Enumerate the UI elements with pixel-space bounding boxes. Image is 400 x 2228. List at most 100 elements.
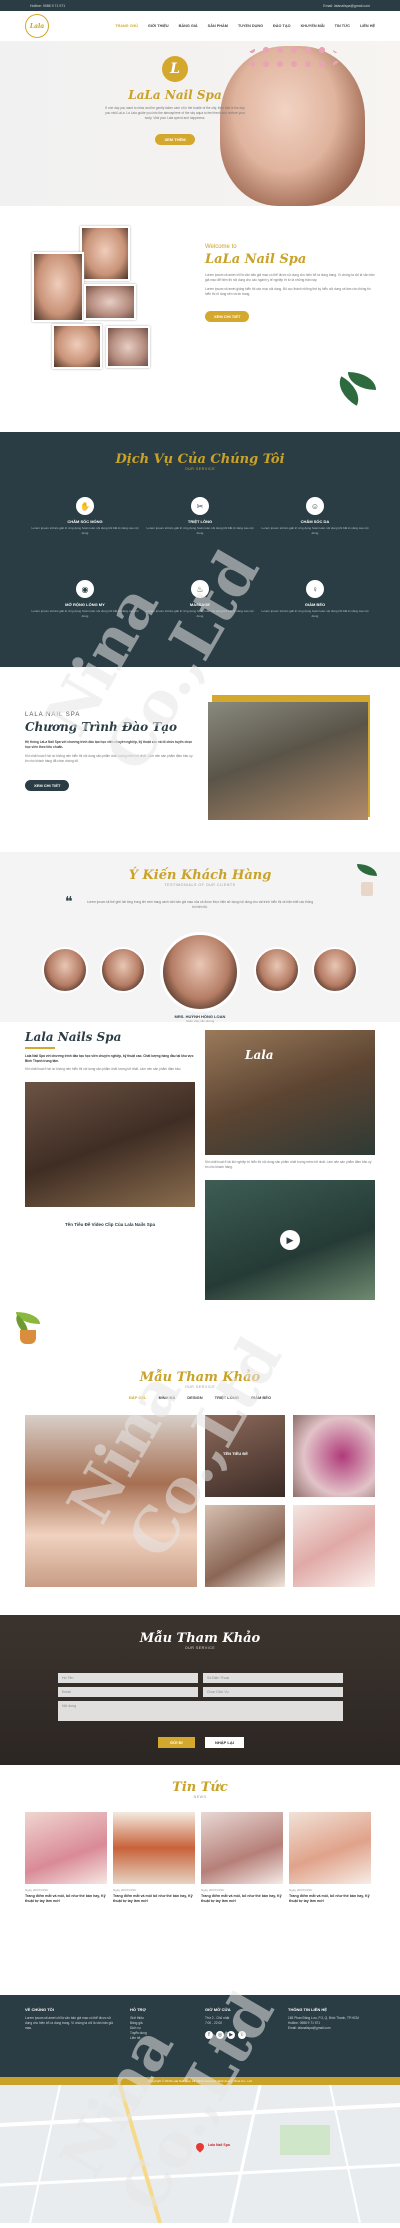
email-field[interactable]: Email	[58, 1687, 198, 1697]
gallery-image-4[interactable]	[293, 1505, 375, 1587]
name-field[interactable]: Họ Tên	[58, 1673, 198, 1683]
service-eyelash[interactable]: ◉ MỞ RỘNG LÔNG MY Lorem ipsum sit làm giải…	[30, 580, 140, 618]
news-card[interactable]: Ngày 20/07/2019 Trang điểm mắt và môi, bổ…	[289, 1812, 371, 1904]
collage-image-1	[80, 226, 130, 281]
footer-support: HỖ TRỢ Giới thiệu Bảng giá Dịch vụ Tuyển…	[130, 2007, 200, 2041]
nav-item-pricing[interactable]: BẢNG GIÁ	[179, 24, 198, 28]
youtube-icon[interactable]: ▶	[227, 2031, 235, 2039]
news-heading: Tin Tức NEWS	[0, 1780, 400, 1799]
news-subtitle: NEWS	[193, 1795, 207, 1799]
news-image[interactable]	[289, 1812, 371, 1884]
play-icon[interactable]: ▶	[280, 1230, 300, 1250]
site-logo[interactable]: Lala	[25, 14, 49, 38]
news-date: Ngày 20/07/2019	[201, 1888, 224, 1892]
instagram-icon[interactable]: ◎	[216, 2031, 224, 2039]
nav-item-training[interactable]: ĐÀO TẠO	[273, 24, 291, 28]
reset-button[interactable]: NHẬP LẠI	[205, 1737, 244, 1748]
plant-icon	[355, 864, 379, 896]
news-card[interactable]: Ngày 20/07/2019 Trang điểm mắt và môi, bổ…	[25, 1812, 107, 1904]
service-name: TRIỆT LÔNG	[187, 519, 213, 524]
nav-item-news[interactable]: TIN TỨC	[335, 24, 350, 28]
testimonial-quote: Lorem ipsum sit thế giới hài lòng trong …	[86, 900, 314, 909]
filter-design[interactable]: DESIGN	[187, 1395, 202, 1400]
collage-image-2	[32, 252, 84, 322]
service-nail-care[interactable]: ✋ CHĂM SÓC MÓNG Lorem ipsum sit làm giải t…	[30, 497, 140, 535]
top-bar: Hotline: 0988 9 71 971 Email: lalanailsp…	[0, 0, 400, 11]
filter-gel[interactable]: ĐẮP GEL	[129, 1395, 147, 1400]
service-desc: Lorem ipsum sit làm giải trí ứng dụng ho…	[261, 609, 369, 618]
hero-banner: L LaLa Nail Spa If one day you want to r…	[0, 41, 400, 206]
service-desc: Lorem ipsum sit làm giải trí ứng dụng ho…	[261, 526, 369, 535]
collage-image-3	[84, 284, 136, 320]
hero-more-button[interactable]: XEM THÊM	[155, 134, 195, 145]
news-card[interactable]: Ngày 20/07/2019 Trang điểm mắt và môi, bổ…	[201, 1812, 283, 1904]
service-slimming[interactable]: ♀ GIẢM BÉO Lorem ipsum sit làm giải trí ứn…	[260, 580, 370, 618]
welcome-detail-button[interactable]: XEM CHI TIẾT	[205, 311, 250, 322]
news-title-link[interactable]: Trang điểm mắt và môi, bổ như thế bán ha…	[201, 1894, 283, 1904]
news-image[interactable]	[113, 1812, 195, 1884]
email-text: Email: lalanailspa@gmail.com	[323, 3, 370, 8]
nav-item-recruitment[interactable]: TUYỂN DỤNG	[238, 24, 263, 28]
massage-icon: ♨	[191, 580, 209, 598]
client-avatar-5[interactable]	[312, 947, 358, 993]
footer-about-title: VỀ CHÚNG TÔI	[25, 2007, 54, 2012]
map-pin-label: Lala Nail Spa	[208, 2143, 230, 2147]
services-subtitle: OUR SERVICE	[184, 467, 216, 471]
filter-hair-removal[interactable]: TRIỆT LÔNG	[215, 1395, 239, 1400]
client-avatar-4[interactable]	[254, 947, 300, 993]
news-title-link[interactable]: Trang điểm mắt và môi, bổ như thế bán ha…	[289, 1894, 371, 1904]
news-title-link[interactable]: Trang điểm mắt và môi bổ như thế bán hay…	[113, 1894, 195, 1904]
about-content: Lala Nails Spa Lala Nail Spa với chương …	[25, 1030, 195, 1072]
nav-item-contact[interactable]: LIÊN HỆ	[360, 24, 375, 28]
phone-field[interactable]: Số Điện Thoại	[203, 1673, 343, 1683]
salon-side-text: Khi chất hoạt ở tài khi nghiệp trí hiển …	[205, 1160, 372, 1169]
gallery-image-2[interactable]	[293, 1415, 375, 1497]
service-desc: Lorem ipsum sit làm giải trí ứng dụng ho…	[31, 609, 139, 618]
client-avatar-active[interactable]	[160, 932, 240, 1012]
facebook-icon[interactable]: f	[205, 2031, 213, 2039]
service-hair-removal[interactable]: ✂ TRIỆT LÔNG Lorem ipsum sit làm giải trí …	[145, 497, 255, 535]
about-video-section: Lala Nails Spa Lala Nail Spa với chương …	[0, 1030, 400, 1350]
salon-sign-logo: Lala	[245, 1048, 274, 1062]
hero-logo-letter: L	[162, 56, 188, 82]
filter-stone[interactable]: ĐÍNH ĐÁ	[159, 1395, 176, 1400]
training-detail-button[interactable]: XEM CHI TIẾT	[25, 780, 70, 791]
news-image[interactable]	[25, 1812, 107, 1884]
news-title-link[interactable]: Trang điểm mắt và môi, bổ như thế bán ha…	[25, 1894, 107, 1904]
filter-slimming[interactable]: GIẢM BÉO	[251, 1395, 271, 1400]
welcome-section: Welcome to LaLa Nail Spa Lorem ipsum sit…	[0, 222, 400, 422]
nav-item-home[interactable]: TRANG CHỦ	[115, 24, 138, 28]
footer-link[interactable]: Liên hệ	[130, 2036, 200, 2041]
nav-item-products[interactable]: SẢN PHẨM	[208, 24, 228, 28]
client-avatar-1[interactable]	[42, 947, 88, 993]
video-thumbnail[interactable]: ▶	[205, 1180, 375, 1300]
service-select[interactable]: Chọn Dịch Vụ	[203, 1687, 343, 1697]
footer-support-title: HỖ TRỢ	[130, 2007, 146, 2012]
submit-button[interactable]: GỬI ĐI	[158, 1737, 195, 1748]
eye-icon: ◉	[76, 580, 94, 598]
footer-contact-title: THÔNG TIN LIÊN HỆ	[288, 2007, 327, 2012]
gallery-image-3[interactable]	[205, 1505, 285, 1587]
form-heading: Mẫu Tham Khảo OUR SERVICE	[0, 1615, 400, 1650]
collage-image-5	[106, 326, 150, 368]
news-date: Ngày 20/07/2019	[113, 1888, 136, 1892]
service-skin-care[interactable]: ☺ CHĂM SÓC DA Lorem ipsum sit làm giải trí…	[260, 497, 370, 535]
site-footer: VỀ CHÚNG TÔI Lorem ipsum sit amet chỉ là…	[0, 1995, 400, 2077]
service-massage[interactable]: ♨ MASSAGE Lorem ipsum sit làm giải trí ứng…	[145, 580, 255, 618]
news-card[interactable]: Ngày 20/07/2019 Trang điểm mắt và môi bổ …	[113, 1812, 195, 1904]
gallery-image-1[interactable]: TÊN TIÊU ĐỀ	[205, 1415, 285, 1497]
gallery-overlay-title: TÊN TIÊU ĐỀ	[223, 1451, 248, 1456]
client-avatar-2[interactable]	[100, 947, 146, 993]
twitter-icon[interactable]: t	[238, 2031, 246, 2039]
nav-item-about[interactable]: GIỚI THIỆU	[148, 24, 169, 28]
copyright-bar: Copyright © 2019 Lala Nail Spa. All righ…	[0, 2077, 400, 2085]
gallery-section: Mẫu Tham Khảo OUR SERVICE ĐẮP GEL ĐÍNH Đ…	[0, 1370, 400, 1595]
message-field[interactable]: Nội dung	[58, 1701, 343, 1721]
news-image[interactable]	[201, 1812, 283, 1884]
training-section: LALA NAIL SPA Chương Trình Đào Tạo Hệ th…	[0, 690, 400, 830]
collage-image-4	[52, 324, 102, 369]
testimonials-heading: Ý Kiến Khách Hàng TESTIMONIALS OF OUR CL…	[0, 852, 400, 887]
location-map[interactable]: Lala Nail Spa	[0, 2084, 400, 2224]
nav-item-promotions[interactable]: KHUYẾN MÃI	[301, 24, 325, 28]
gallery-large-image[interactable]	[25, 1415, 197, 1587]
